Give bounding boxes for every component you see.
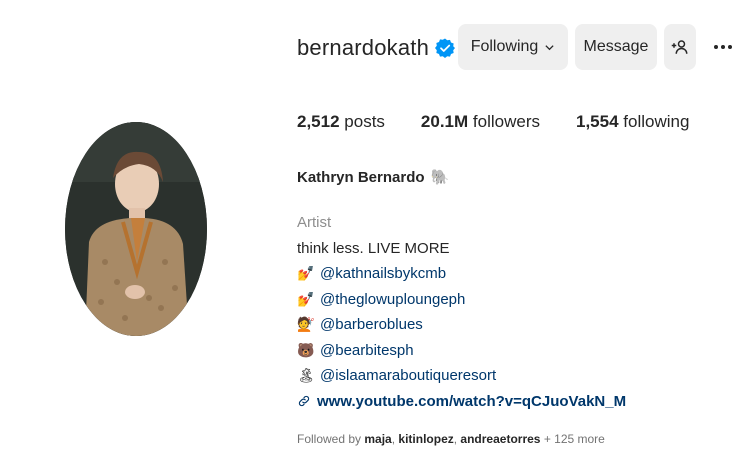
- haircut-emoji: 💇: [297, 316, 315, 332]
- bio-mention-line: 🐻 @bearbitesph: [297, 338, 626, 364]
- more-options-icon[interactable]: [708, 34, 738, 60]
- bio-mention-line: 💅 @theglowuploungeph: [297, 287, 626, 313]
- category-label: Artist: [297, 214, 332, 231]
- following-label: following: [623, 112, 690, 131]
- profile-stats: 2,512 posts 20.1M followers 1,554 follow…: [297, 112, 725, 132]
- island-emoji: 🏝: [297, 367, 315, 383]
- elephant-emoji: 🐘: [430, 169, 450, 186]
- followers-label: followers: [472, 112, 540, 131]
- following-button-label: Following: [470, 38, 539, 55]
- mention-link[interactable]: @theglowuploungeph: [320, 287, 465, 313]
- followers-count: 20.1M: [420, 112, 469, 131]
- add-person-icon: [671, 40, 688, 54]
- followed-by-more: + 125 more: [543, 432, 605, 446]
- follower-name: maja: [364, 432, 392, 446]
- followed-by[interactable]: Followed by maja, kitinlopez, andreaetor…: [297, 432, 605, 446]
- profile-header: bernardokath: [297, 26, 456, 70]
- avatar-photo: [65, 122, 207, 336]
- bio-mention-line: 🏝 @islaamaraboutiqueresort: [297, 363, 626, 389]
- bio-mention-line: 💇 @barberoblues: [297, 312, 626, 338]
- posts-label: posts: [344, 112, 385, 131]
- mention-link[interactable]: @barberoblues: [320, 312, 423, 338]
- posts-stat: 2,512 posts: [297, 112, 385, 132]
- username: bernardokath: [297, 35, 430, 60]
- bio-mention-line: 💅 @kathnailsbykcmb: [297, 261, 626, 287]
- mention-link[interactable]: @islaamaraboutiqueresort: [320, 363, 496, 389]
- website-link[interactable]: www.youtube.com/watch?v=qCJuoVakN_M: [297, 389, 626, 415]
- verified-badge-icon: [435, 38, 456, 58]
- follower-name: andreaetorres: [460, 432, 541, 446]
- mention-link[interactable]: @kathnailsbykcmb: [320, 261, 446, 287]
- mention-link[interactable]: @bearbitesph: [320, 338, 414, 364]
- chevron-down-icon: [545, 44, 554, 50]
- profile-bio: Artist think less. LIVE MORE 💅 @kathnail…: [297, 210, 626, 414]
- more-dot: [714, 45, 718, 49]
- message-button-label: Message: [583, 38, 649, 55]
- full-name-text: Kathryn Bernardo: [297, 168, 425, 186]
- nail-polish-emoji: 💅: [297, 265, 315, 281]
- message-button[interactable]: Message: [575, 24, 657, 70]
- followed-by-prefix: Followed by: [297, 432, 362, 446]
- bear-emoji: 🐻: [297, 341, 315, 358]
- profile-avatar[interactable]: [65, 122, 207, 336]
- posts-count: 2,512: [297, 112, 340, 131]
- following-button[interactable]: Following: [458, 24, 568, 70]
- more-dot: [728, 45, 732, 49]
- website-url: www.youtube.com/watch?v=qCJuoVakN_M: [317, 392, 627, 410]
- bio-tagline: think less. LIVE MORE: [297, 239, 450, 257]
- followers-stat[interactable]: 20.1M followers: [421, 112, 540, 132]
- link-icon: [298, 396, 310, 407]
- more-dot: [721, 45, 725, 49]
- follower-name: kitinlopez: [398, 432, 454, 446]
- following-stat[interactable]: 1,554 following: [576, 112, 689, 132]
- full-name: Kathryn Bernardo 🐘: [297, 168, 450, 187]
- nail-polish-emoji: 💅: [297, 290, 315, 307]
- suggested-accounts-button[interactable]: [664, 24, 696, 70]
- following-count: 1,554: [576, 112, 619, 131]
